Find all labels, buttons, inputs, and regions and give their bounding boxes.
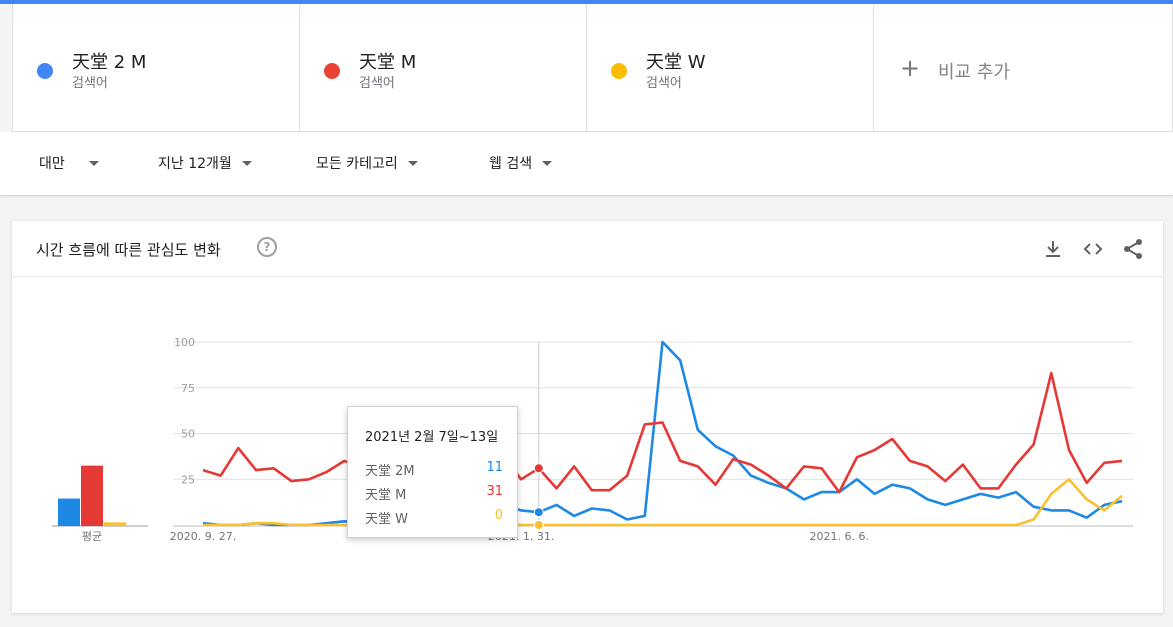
tooltip-date: 2021년 2월 7일~13일 bbox=[365, 430, 499, 445]
y-tick-label: 50 bbox=[181, 428, 195, 441]
term-card-2[interactable]: 天堂 M 검색어 bbox=[299, 4, 586, 132]
term-color-dot bbox=[37, 63, 53, 79]
tooltip-value: 11 bbox=[486, 460, 503, 475]
x-tick-label: 2021. 6. 6. bbox=[809, 530, 868, 543]
tooltip-row: 天堂 M 31 bbox=[365, 484, 503, 503]
term-type: 검색어 bbox=[359, 76, 395, 91]
term-name: 天堂 M bbox=[359, 52, 417, 73]
average-bar-1 bbox=[58, 498, 80, 526]
hover-point-3 bbox=[533, 520, 544, 530]
term-type: 검색어 bbox=[646, 76, 682, 91]
y-tick-label: 100 bbox=[174, 336, 195, 349]
term-type: 검색어 bbox=[72, 76, 108, 91]
hover-point-2 bbox=[533, 463, 544, 474]
term-name: 天堂 W bbox=[646, 52, 706, 73]
caret-down-icon bbox=[88, 160, 99, 166]
download-icon[interactable] bbox=[1041, 237, 1065, 261]
average-bar-3 bbox=[104, 522, 126, 526]
y-tick-label: 25 bbox=[181, 473, 195, 486]
term-color-dot bbox=[324, 63, 340, 79]
period-dropdown[interactable]: 지난 12개월 bbox=[158, 153, 252, 173]
category-dropdown[interactable]: 모든 카테고리 bbox=[316, 153, 418, 173]
caret-down-icon bbox=[542, 160, 553, 166]
plus-icon: + bbox=[900, 54, 921, 82]
hover-point-1 bbox=[533, 507, 544, 518]
tooltip-term: 天堂 2M bbox=[365, 464, 415, 479]
average-label: 평균 bbox=[82, 530, 102, 543]
add-comparison-label: 비교 추가 bbox=[938, 62, 1010, 83]
add-comparison-button[interactable]: + 비교 추가 bbox=[873, 4, 1173, 132]
search-terms-row: 天堂 2 M 검색어 天堂 M 검색어 天堂 W 검색어 + 비교 추가 bbox=[12, 4, 1173, 132]
caret-down-icon bbox=[407, 160, 418, 166]
term-card-3[interactable]: 天堂 W 검색어 bbox=[586, 4, 873, 132]
tooltip-term: 天堂 W bbox=[365, 512, 408, 527]
caret-down-icon bbox=[241, 160, 252, 166]
card-header: 시간 흐름에 따른 관심도 변화 ? bbox=[12, 221, 1163, 277]
y-tick-label: 75 bbox=[181, 382, 195, 395]
chart-tooltip: 2021년 2월 7일~13일 天堂 2M 11 天堂 M 31 天堂 W 0 bbox=[347, 406, 518, 538]
tooltip-value: 0 bbox=[494, 508, 503, 523]
interest-over-time-card: 시간 흐름에 따른 관심도 변화 ? bbox=[12, 221, 1163, 613]
category-label: 모든 카테고리 bbox=[316, 156, 398, 172]
average-bar-2 bbox=[81, 465, 103, 526]
card-title: 시간 흐름에 따른 관심도 변화 bbox=[36, 241, 221, 259]
tooltip-row: 天堂 2M 11 bbox=[365, 460, 503, 479]
search-type-dropdown[interactable]: 웹 검색 bbox=[489, 153, 553, 173]
tooltip-value: 31 bbox=[486, 484, 503, 499]
share-icon[interactable] bbox=[1121, 237, 1145, 261]
x-tick-label: 2020. 9. 27. bbox=[170, 530, 236, 543]
term-card-1[interactable]: 天堂 2 M 검색어 bbox=[12, 4, 299, 132]
tooltip-term: 天堂 M bbox=[365, 488, 407, 503]
help-icon[interactable]: ? bbox=[257, 237, 277, 257]
term-color-dot bbox=[611, 63, 627, 79]
term-name: 天堂 2 M bbox=[72, 52, 147, 73]
search-type-label: 웹 검색 bbox=[489, 156, 533, 172]
period-label: 지난 12개월 bbox=[158, 156, 232, 172]
embed-code-icon[interactable] bbox=[1081, 237, 1105, 261]
tooltip-row: 天堂 W 0 bbox=[365, 508, 503, 527]
region-label: 대만 bbox=[39, 156, 65, 172]
region-dropdown[interactable]: 대만 bbox=[39, 153, 99, 173]
filter-bar: 대만 지난 12개월 모든 카테고리 웹 검색 bbox=[0, 132, 1173, 196]
